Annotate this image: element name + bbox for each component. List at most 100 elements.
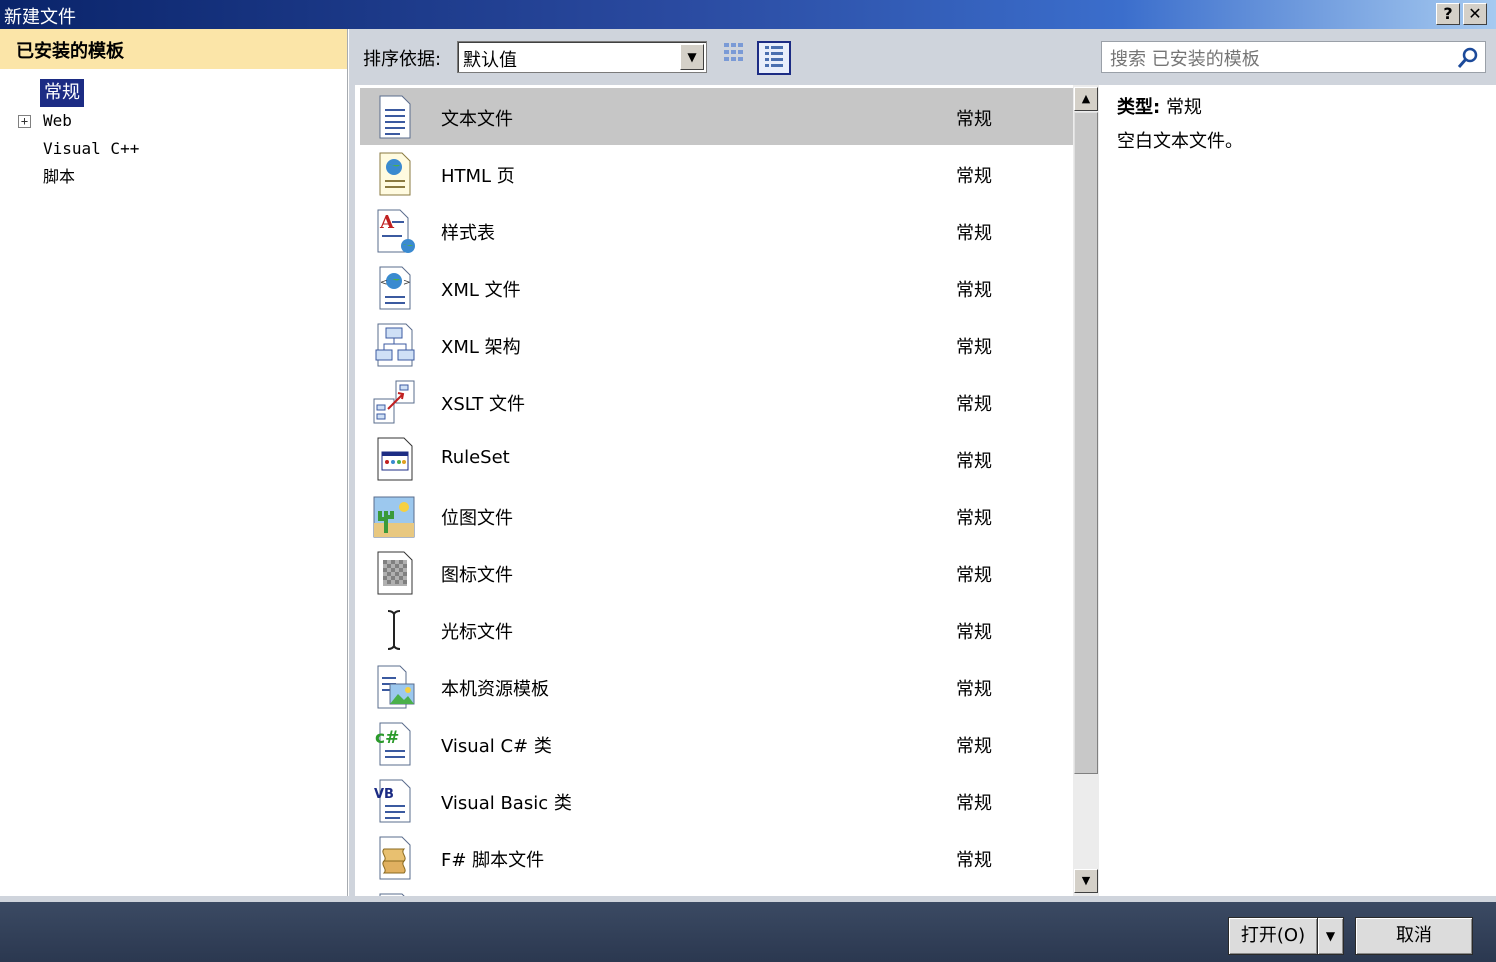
sort-value: 默认值 [463, 50, 517, 71]
tree-item-label: 脚本 [43, 167, 76, 186]
template-name: RuleSet [441, 447, 510, 468]
template-list: 文本文件 常规 HTML 页 常规 A 样式表 常规 < > XML 文件 常规 … [349, 85, 1099, 896]
template-category: 常规 [956, 736, 992, 757]
template-category: 常规 [956, 451, 992, 472]
template-category: 常规 [956, 508, 992, 529]
scrollbar-thumb[interactable] [1074, 112, 1098, 774]
type-value: 常规 [1165, 97, 1202, 118]
template-category: 常规 [956, 109, 992, 130]
template-row[interactable]: 位图文件 常规 [360, 487, 1073, 544]
template-name: XML 文件 [441, 280, 521, 301]
search-input[interactable] [1101, 41, 1486, 73]
stylesheet-icon: A [377, 209, 415, 253]
list-view-icon [765, 46, 783, 67]
template-name: 光标文件 [441, 622, 513, 643]
svg-text:>: > [403, 278, 411, 288]
template-row[interactable]: 图标文件 常规 [360, 544, 1073, 601]
template-name: Visual C# 类 [441, 736, 552, 757]
template-category: 常规 [956, 850, 992, 871]
template-category: 常规 [956, 793, 992, 814]
dialog-footer: 打开(O) ▼ 取消 [0, 896, 1496, 962]
tree-item-web[interactable]: + Web [0, 107, 347, 135]
bitmap-file-icon [373, 496, 415, 538]
template-category: 常规 [956, 679, 992, 700]
tree-item-general[interactable]: 常规 [0, 79, 347, 107]
template-category: 常规 [956, 337, 992, 358]
tree-item-script[interactable]: 脚本 [0, 163, 347, 191]
template-row[interactable]: c# Visual C# 类 常规 [360, 715, 1073, 772]
vb-class-icon: VB [374, 779, 411, 823]
tree-item-label: 常规 [40, 79, 84, 107]
tree-item-visual-cpp[interactable]: Visual C++ [0, 135, 347, 163]
svg-text:VB: VB [374, 787, 394, 802]
chevron-down-icon[interactable]: ▼ [680, 44, 704, 70]
template-name: 本机资源模板 [441, 679, 549, 700]
html-page-icon [379, 152, 411, 196]
template-row[interactable]: 文本文件 常规 [360, 88, 1073, 145]
cancel-button[interactable]: 取消 [1355, 917, 1473, 955]
template-name: Visual Basic 类 [441, 793, 572, 814]
template-row[interactable]: XSLT 文件 常规 [360, 373, 1073, 430]
template-row[interactable]: A 样式表 常规 [360, 202, 1073, 259]
fsharp-script-icon [379, 836, 411, 880]
template-name: 样式表 [441, 223, 495, 244]
csharp-class-icon: c# [375, 722, 411, 766]
template-row[interactable]: XML 架构 常规 [360, 316, 1073, 373]
template-name: 位图文件 [441, 508, 513, 529]
title-bar: 新建文件 ? ✕ [0, 0, 1496, 29]
window-title: 新建文件 [4, 7, 76, 28]
template-category: 常规 [956, 166, 992, 187]
expand-icon[interactable]: + [18, 115, 31, 128]
template-name: 文本文件 [441, 109, 513, 130]
template-row[interactable]: 本机资源模板 常规 [360, 658, 1073, 715]
svg-text:c#: c# [375, 728, 399, 748]
template-type: 类型: 常规 [1117, 93, 1202, 119]
template-category: 常规 [956, 394, 992, 415]
open-options-dropdown[interactable]: ▼ [1317, 917, 1344, 955]
list-view-button[interactable] [757, 41, 791, 75]
template-name: HTML 页 [441, 166, 515, 187]
small-icons-icon [724, 43, 743, 61]
template-categories-panel: 已安装的模板 常规 + Web Visual C++ 脚本 [0, 29, 348, 896]
search-icon[interactable] [1455, 45, 1481, 71]
template-row[interactable]: 光标文件 常规 [360, 601, 1073, 658]
scroll-down-icon[interactable]: ▼ [1074, 869, 1098, 893]
template-row[interactable]: RuleSet 常规 [360, 430, 1073, 487]
text-file-icon [379, 95, 411, 139]
search-bar [1099, 29, 1496, 85]
sort-label: 排序依据: [363, 49, 442, 70]
icon-file-icon [377, 551, 413, 595]
tree-item-label: Visual C++ [43, 139, 140, 158]
template-row-partial[interactable] [360, 886, 1073, 896]
native-resource-icon [377, 665, 415, 709]
template-name: 图标文件 [441, 565, 513, 586]
scroll-up-icon[interactable]: ▲ [1074, 87, 1098, 111]
template-category: 常规 [956, 622, 992, 643]
close-button[interactable]: ✕ [1463, 3, 1487, 25]
sort-toolbar: 排序依据: 默认值 ▼ [349, 29, 1099, 85]
xslt-file-icon [373, 380, 415, 424]
sort-dropdown[interactable]: 默认值 ▼ [457, 41, 707, 73]
tree-item-label: Web [43, 111, 72, 130]
template-category: 常规 [956, 565, 992, 586]
details-panel: 类型: 常规 空白文本文件。 [1099, 29, 1496, 896]
chevron-down-icon: ▼ [1325, 929, 1336, 943]
template-row[interactable]: VB Visual Basic 类 常规 [360, 772, 1073, 829]
open-button[interactable]: 打开(O) [1228, 917, 1318, 955]
template-category: 常规 [956, 280, 992, 301]
template-row[interactable]: F# 脚本文件 常规 [360, 829, 1073, 886]
xml-file-icon: < > [379, 266, 411, 310]
list-scrollbar[interactable]: ▲ ▼ [1073, 85, 1099, 896]
type-label: 类型: [1117, 97, 1161, 118]
template-description: 空白文本文件。 [1117, 131, 1243, 152]
template-row[interactable]: < > XML 文件 常规 [360, 259, 1073, 316]
template-row[interactable]: HTML 页 常规 [360, 145, 1073, 202]
cursor-file-icon [387, 610, 401, 650]
template-name: F# 脚本文件 [441, 850, 545, 871]
template-name: XSLT 文件 [441, 394, 526, 415]
help-button[interactable]: ? [1436, 3, 1460, 25]
ruleset-icon [377, 437, 413, 481]
small-icons-view-button[interactable] [717, 41, 751, 75]
installed-templates-header: 已安装的模板 [0, 29, 347, 69]
template-name: XML 架构 [441, 337, 521, 358]
